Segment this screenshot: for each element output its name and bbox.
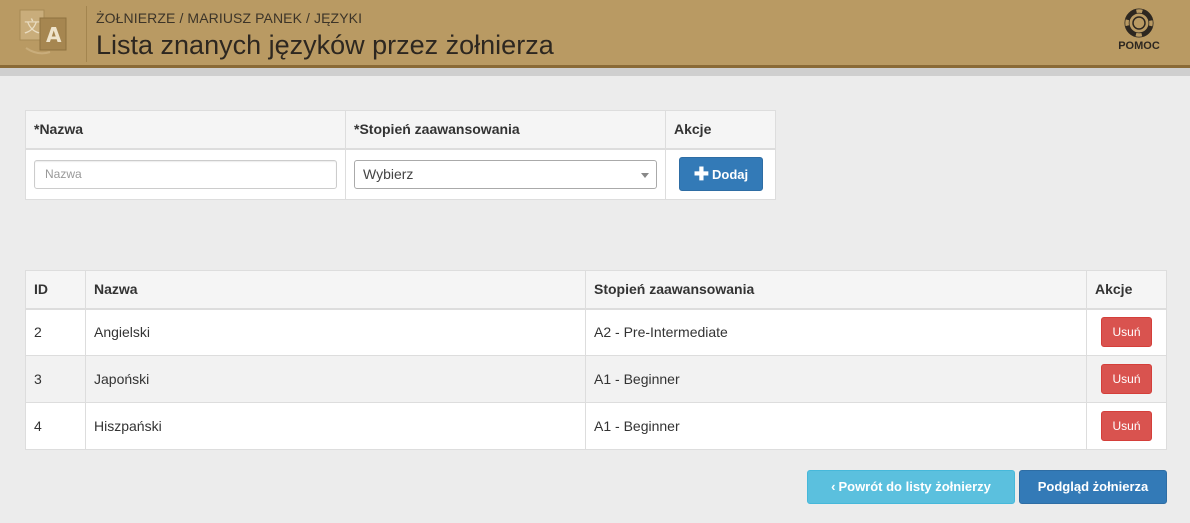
- form-col-actions: Akcje: [665, 110, 776, 150]
- col-actions: Akcje: [1086, 270, 1167, 310]
- add-button-label: Dodaj: [711, 167, 749, 183]
- page-title: Lista znanych języków przez żołnierza: [96, 30, 554, 60]
- table-row: 4 Hiszpański A1 - Beginner Usuń: [25, 402, 1167, 450]
- row-level: A2 - Pre-Intermediate: [585, 308, 1087, 356]
- form-col-name: *Nazwa: [25, 110, 346, 150]
- level-select-value: Wybierz: [363, 165, 414, 182]
- delete-button[interactable]: Usuń: [1101, 317, 1152, 348]
- delete-button[interactable]: Usuń: [1101, 364, 1152, 394]
- row-name: Hiszpański: [85, 402, 586, 450]
- row-level: A1 - Beginner: [585, 402, 1087, 450]
- row-id: 2: [25, 308, 86, 356]
- row-actions: Usuń: [1086, 308, 1167, 356]
- table-row: 2 Angielski A2 - Pre-Intermediate Usuń: [25, 308, 1167, 356]
- help-button[interactable]: POMOC: [1112, 8, 1166, 60]
- col-level: Stopień zaawansowania: [585, 270, 1087, 310]
- lifebuoy-icon: [1112, 8, 1166, 38]
- add-language-form: *Nazwa *Stopień zaawansowania Akcje Wybi…: [25, 110, 776, 200]
- view-soldier-button[interactable]: Podgląd żołnierza: [1019, 470, 1167, 504]
- back-button-label: Powrót do listy żołnierzy: [838, 479, 991, 494]
- form-col-level: *Stopień zaawansowania: [345, 110, 666, 150]
- breadcrumb[interactable]: ŻOŁNIERZE / MARIUSZ PANEK / JĘZYKI: [96, 10, 362, 26]
- plus-icon: ✚: [693, 164, 709, 185]
- page-header: 文 A ŻOŁNIERZE / MARIUSZ PANEK / JĘZYKI L…: [0, 0, 1190, 68]
- svg-text:文: 文: [24, 17, 40, 36]
- svg-text:A: A: [46, 23, 62, 47]
- languages-table: ID Nazwa Stopień zaawansowania Akcje 2 A…: [25, 270, 1167, 450]
- translate-icon: 文 A: [16, 4, 72, 62]
- row-id: 3: [25, 355, 86, 403]
- name-input[interactable]: [34, 159, 337, 189]
- help-label: POMOC: [1118, 40, 1160, 52]
- row-name: Angielski: [85, 308, 586, 356]
- row-actions: Usuń: [1086, 402, 1167, 450]
- row-level: A1 - Beginner: [585, 355, 1087, 403]
- level-cell: Wybierz: [345, 148, 666, 200]
- col-name: Nazwa: [85, 270, 586, 310]
- level-select[interactable]: Wybierz: [354, 159, 657, 189]
- row-actions: Usuń: [1086, 355, 1167, 403]
- chevron-down-icon: [641, 172, 649, 178]
- back-to-list-button[interactable]: ‹ Powrót do listy żołnierzy: [807, 470, 1015, 504]
- table-row: 3 Japoński A1 - Beginner Usuń: [25, 355, 1167, 403]
- row-id: 4: [25, 402, 86, 450]
- row-name: Japoński: [85, 355, 586, 403]
- col-id: ID: [25, 270, 86, 310]
- header-shadow: [0, 68, 1190, 76]
- name-cell: [25, 148, 346, 200]
- header-divider: [86, 6, 87, 62]
- chevron-left-icon: ‹: [831, 479, 836, 494]
- actions-cell: ✚ Dodaj: [665, 148, 776, 200]
- add-button[interactable]: ✚ Dodaj: [679, 157, 763, 192]
- delete-button[interactable]: Usuń: [1101, 411, 1152, 441]
